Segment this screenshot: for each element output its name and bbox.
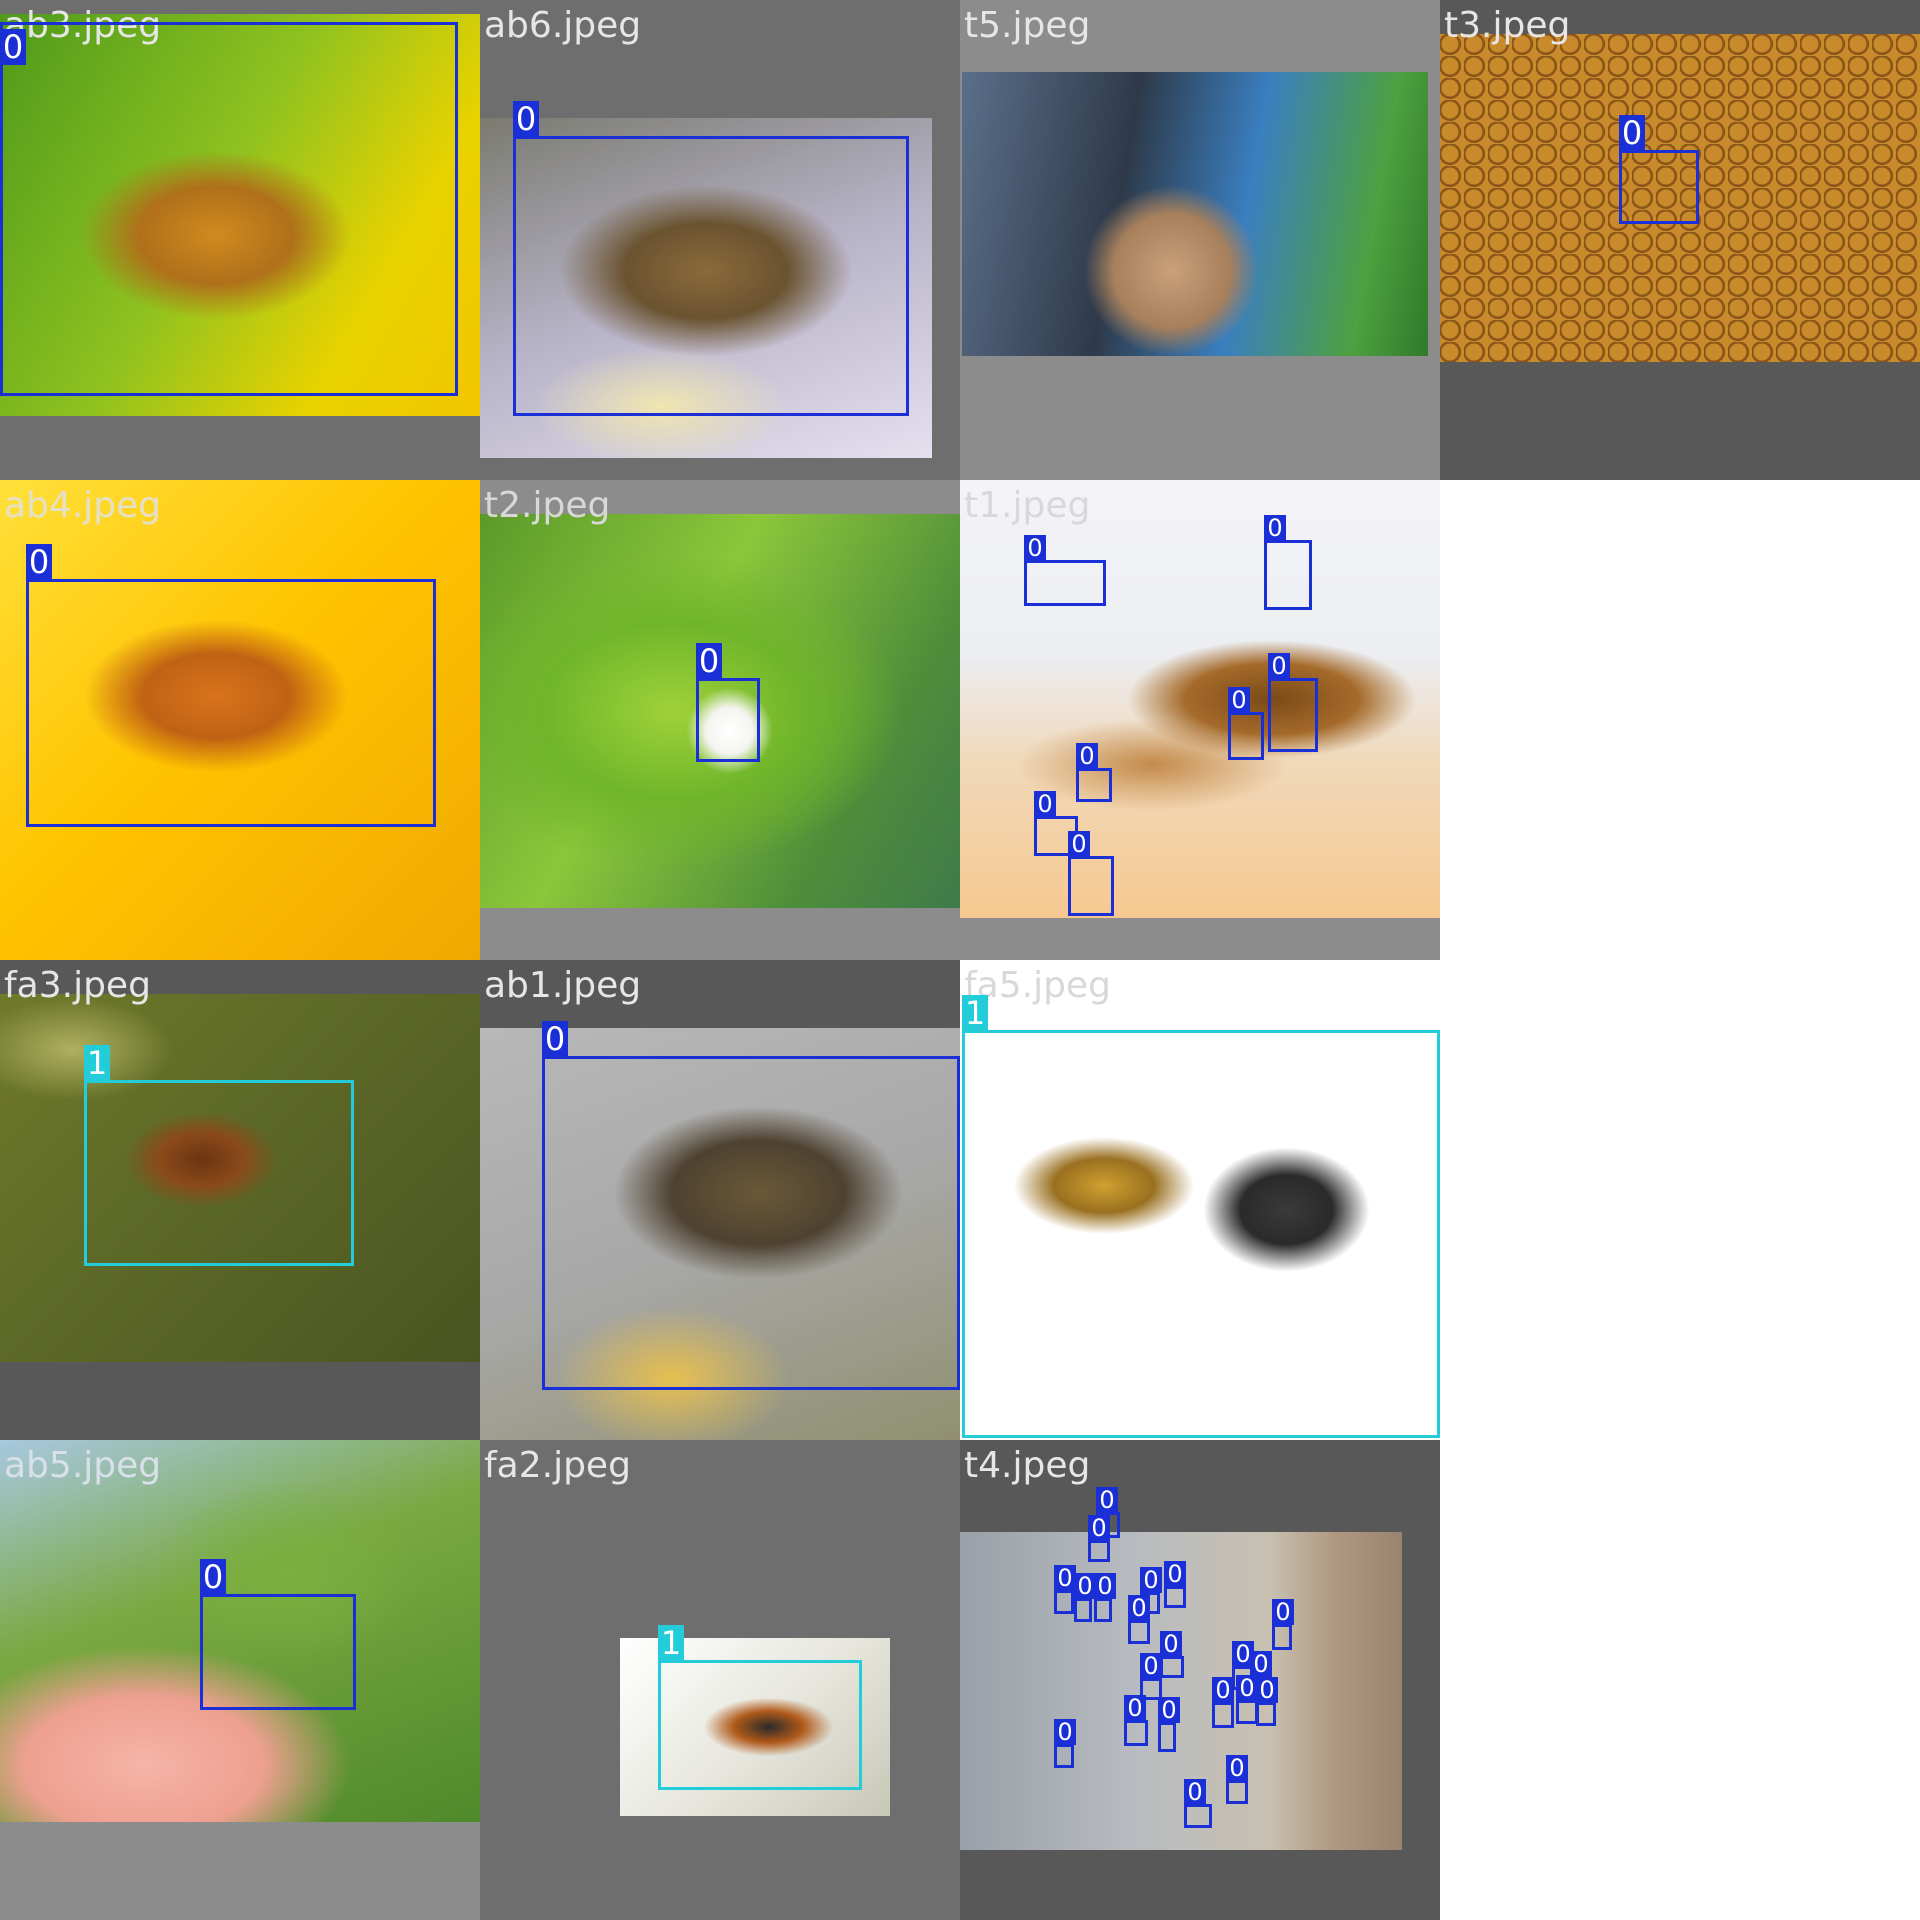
tile-ab1: ab1.jpeg 0 (480, 960, 960, 1440)
filename-label: ab6.jpeg (484, 5, 642, 46)
class-label: 0 (1068, 831, 1090, 857)
photo-beekeeper-hand (962, 72, 1428, 356)
bbox: 0 (1128, 1595, 1150, 1644)
bbox: 0 (200, 1559, 356, 1710)
tile-fa5: fa5.jpeg 1 (960, 960, 1440, 1440)
class-label: 0 (1272, 1599, 1294, 1625)
class-label: 0 (0, 29, 26, 65)
class-label: 0 (542, 1021, 568, 1057)
bbox: 0 (1228, 687, 1264, 760)
class-label: 1 (84, 1045, 110, 1081)
bbox: 0 (1236, 1675, 1258, 1724)
bbox: 0 (0, 22, 458, 396)
class-label: 0 (1054, 1719, 1076, 1745)
class-label: 0 (1096, 1487, 1118, 1513)
bbox: 0 (1124, 1695, 1148, 1746)
bbox: 0 (1268, 653, 1318, 752)
class-label: 0 (1140, 1653, 1162, 1679)
class-label: 0 (1268, 653, 1290, 679)
bbox: 0 (1272, 1599, 1294, 1650)
bbox: 0 (1619, 115, 1699, 224)
class-label: 0 (1164, 1561, 1186, 1587)
bbox: 0 (1074, 1573, 1096, 1622)
class-label: 0 (1264, 515, 1286, 541)
tile-fa3: fa3.jpeg 1 (0, 960, 480, 1440)
bbox: 0 (1164, 1561, 1186, 1608)
bbox: 0 (1054, 1565, 1076, 1614)
class-label: 0 (26, 544, 52, 580)
bbox: 0 (1088, 1515, 1110, 1562)
class-label: 0 (1160, 1631, 1182, 1657)
bbox: 0 (542, 1021, 960, 1390)
bbox: 0 (1184, 1779, 1212, 1828)
class-label: 0 (1184, 1779, 1206, 1805)
bbox: 1 (962, 995, 1440, 1438)
tile-ab5: ab5.jpeg 0 (0, 1440, 480, 1920)
bbox: 0 (1024, 535, 1106, 606)
bbox: 0 (1076, 743, 1112, 802)
class-label: 0 (1256, 1677, 1278, 1703)
filename-label: t5.jpeg (964, 5, 1091, 46)
tile-t3: t3.jpeg 0 (1440, 0, 1920, 480)
class-label: 0 (1619, 115, 1645, 151)
class-label: 0 (200, 1559, 226, 1595)
class-label: 1 (658, 1625, 684, 1661)
bbox: 0 (26, 544, 436, 827)
filename-label: fa2.jpeg (484, 1445, 631, 1486)
filename-label: t4.jpeg (964, 1445, 1091, 1486)
tile-t2: t2.jpeg 0 (480, 480, 960, 960)
bbox: 0 (1054, 1719, 1076, 1768)
class-label: 0 (696, 643, 722, 679)
tile-fa2: fa2.jpeg 1 (480, 1440, 960, 1920)
bbox: 0 (1094, 1573, 1116, 1622)
class-label: 0 (1236, 1675, 1258, 1701)
bbox: 1 (658, 1625, 862, 1790)
bbox: 0 (1256, 1677, 1278, 1726)
bbox: 0 (696, 643, 760, 762)
class-label: 1 (962, 995, 988, 1031)
tile-ab3: ab3.jpeg 0 (0, 0, 480, 480)
bbox: 0 (513, 101, 909, 416)
bbox: 0 (1264, 515, 1312, 610)
tile-t1: t1.jpeg 0 0 0 0 0 0 0 (960, 480, 1440, 960)
class-label: 0 (1158, 1697, 1180, 1723)
class-label: 0 (513, 101, 539, 137)
bbox: 1 (84, 1045, 354, 1266)
filename-label: ab1.jpeg (484, 965, 642, 1006)
class-label: 0 (1226, 1755, 1248, 1781)
class-label: 0 (1212, 1677, 1234, 1703)
class-label: 0 (1094, 1573, 1116, 1599)
class-label: 0 (1088, 1515, 1110, 1541)
bbox: 0 (1068, 831, 1114, 916)
class-label: 0 (1076, 743, 1098, 769)
class-label: 0 (1034, 791, 1056, 817)
class-label: 0 (1054, 1565, 1076, 1591)
class-label: 0 (1128, 1595, 1150, 1621)
bbox: 0 (1212, 1677, 1234, 1728)
tile-ab6: ab6.jpeg 0 (480, 0, 960, 480)
class-label: 0 (1228, 687, 1250, 713)
bbox: 0 (1226, 1755, 1248, 1804)
bbox: 0 (1160, 1631, 1184, 1678)
class-label: 0 (1140, 1567, 1162, 1593)
tile-t5: t5.jpeg (960, 0, 1440, 480)
tile-ab4: ab4.jpeg 0 (0, 480, 480, 960)
class-label: 0 (1074, 1573, 1096, 1599)
bbox: 0 (1158, 1697, 1180, 1752)
class-label: 0 (1024, 535, 1046, 561)
tile-t4: t4.jpeg 0 0 0 0 0 0 0 0 0 0 0 0 0 0 0 0 … (960, 1440, 1440, 1920)
class-label: 0 (1124, 1695, 1146, 1721)
